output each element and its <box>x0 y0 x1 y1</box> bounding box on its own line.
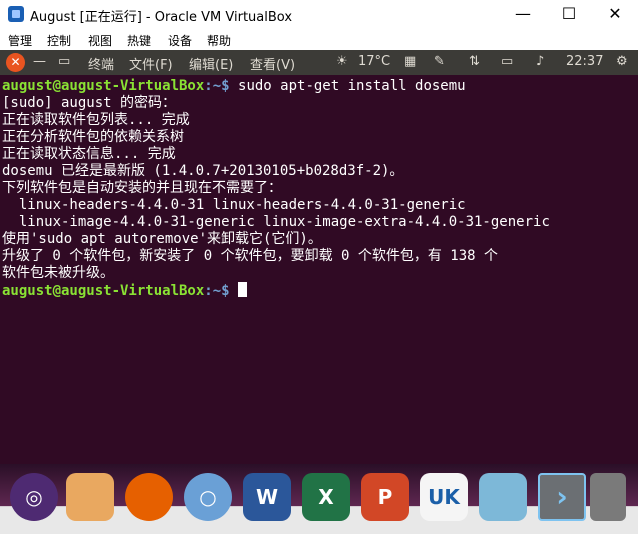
ubuntu-launcher-icon[interactable]: ◎ <box>10 473 58 521</box>
command-line: august@august-VirtualBox:~$ sudo apt-get… <box>2 78 466 95</box>
minimize-icon[interactable]: — <box>33 54 46 69</box>
output-line: [sudo] august 的密码： <box>2 95 177 111</box>
weather-icon[interactable]: ☀ <box>336 54 348 69</box>
menu-control[interactable]: 控制 <box>47 32 71 49</box>
panel-app-name: 终端 <box>88 58 115 73</box>
output-line: 正在分析软件包的依赖关系树 <box>2 129 184 145</box>
settings-gear-icon[interactable]: ⚙ <box>616 54 628 69</box>
panel-menu-view[interactable]: 查看(V) <box>250 54 295 73</box>
terminal-output[interactable]: august@august-VirtualBox:~$ sudo apt-get… <box>0 75 638 464</box>
text-cursor <box>238 282 248 297</box>
wps-spreadsheet-icon[interactable]: X <box>302 473 350 521</box>
panel-menu-edit[interactable]: 编辑(E) <box>189 54 233 73</box>
prompt-sep: :~$ <box>204 283 239 299</box>
output-line: 软件包未被升级。 <box>2 265 114 281</box>
panel-menu-file[interactable]: 文件(F) <box>129 54 173 73</box>
prompt-line[interactable]: august@august-VirtualBox:~$ <box>2 282 248 300</box>
files-icon[interactable] <box>66 473 114 521</box>
trash-icon[interactable] <box>590 473 626 521</box>
output-line: 正在读取状态信息... 完成 <box>2 146 176 162</box>
menu-hotkeys[interactable]: 热键 <box>127 32 151 49</box>
output-line: 升级了 0 个软件包，新安装了 0 个软件包，要卸载 0 个软件包，有 138 … <box>2 248 499 264</box>
prompt-sep: :~$ <box>204 78 239 94</box>
wps-presentation-icon[interactable]: P <box>361 473 409 521</box>
output-line: 下列软件包是自动安装的并且现在不需要了： <box>2 180 282 196</box>
unmaximize-icon[interactable]: ▭ <box>58 54 70 69</box>
firefox-icon[interactable] <box>125 473 173 521</box>
battery-icon[interactable]: ▭ <box>501 54 513 69</box>
software-updater-icon[interactable] <box>479 473 527 521</box>
prompt-user: august@august-VirtualBox <box>2 78 205 94</box>
network-icon[interactable]: ⇅ <box>469 54 480 69</box>
vbox-menu-bar: 管理 控制 视图 热键 设备 帮助 <box>0 28 638 50</box>
output-line: linux-image-4.4.0-31-generic linux-image… <box>2 214 550 230</box>
wps-writer-icon[interactable]: W <box>243 473 291 521</box>
output-line: linux-headers-4.4.0-31 linux-headers-4.4… <box>2 197 466 213</box>
menu-devices[interactable]: 设备 <box>168 32 192 49</box>
menu-manage[interactable]: 管理 <box>8 32 32 49</box>
output-line: 使用'sudo apt autoremove'来卸载它(它们)。 <box>2 231 322 247</box>
temperature[interactable]: 17°C <box>358 54 390 69</box>
maximize-button[interactable]: ☐ <box>546 0 592 28</box>
command-text: sudo apt-get install dosemu <box>238 78 466 94</box>
launcher-next-icon[interactable]: › <box>538 473 586 521</box>
input-method-icon[interactable]: ✎ <box>434 54 445 69</box>
volume-icon[interactable]: ♪ <box>536 54 544 69</box>
output-line: dosemu 已经是最新版 (1.4.0.7+20130105+b028d3f-… <box>2 163 404 179</box>
menu-view[interactable]: 视图 <box>88 32 112 49</box>
output-line: 正在读取软件包列表... 完成 <box>2 112 190 128</box>
close-button[interactable]: ✕ <box>592 0 638 28</box>
keyboard-icon[interactable]: ▦ <box>404 54 416 69</box>
window-title-bar: August [正在运行] - Oracle VM VirtualBox — ☐… <box>0 0 638 28</box>
ubuntu-top-panel: ✕ — ▭ 终端 文件(F) 编辑(E) 查看(V) ☀ 17°C ▦ ✎ ⇅ … <box>0 50 638 75</box>
launcher-dock: ◎ ○ W X P UK › <box>0 464 638 534</box>
menu-help[interactable]: 帮助 <box>207 32 231 49</box>
close-icon[interactable]: ✕ <box>6 53 25 72</box>
clock[interactable]: 22:37 <box>566 54 603 69</box>
window-title: August [正在运行] - Oracle VM VirtualBox <box>30 10 293 25</box>
prompt-user: august@august-VirtualBox <box>2 283 205 299</box>
minimize-button[interactable]: — <box>500 0 546 28</box>
virtualbox-icon <box>8 6 24 22</box>
chromium-icon[interactable]: ○ <box>184 473 232 521</box>
software-store-icon[interactable]: UK <box>420 473 468 521</box>
